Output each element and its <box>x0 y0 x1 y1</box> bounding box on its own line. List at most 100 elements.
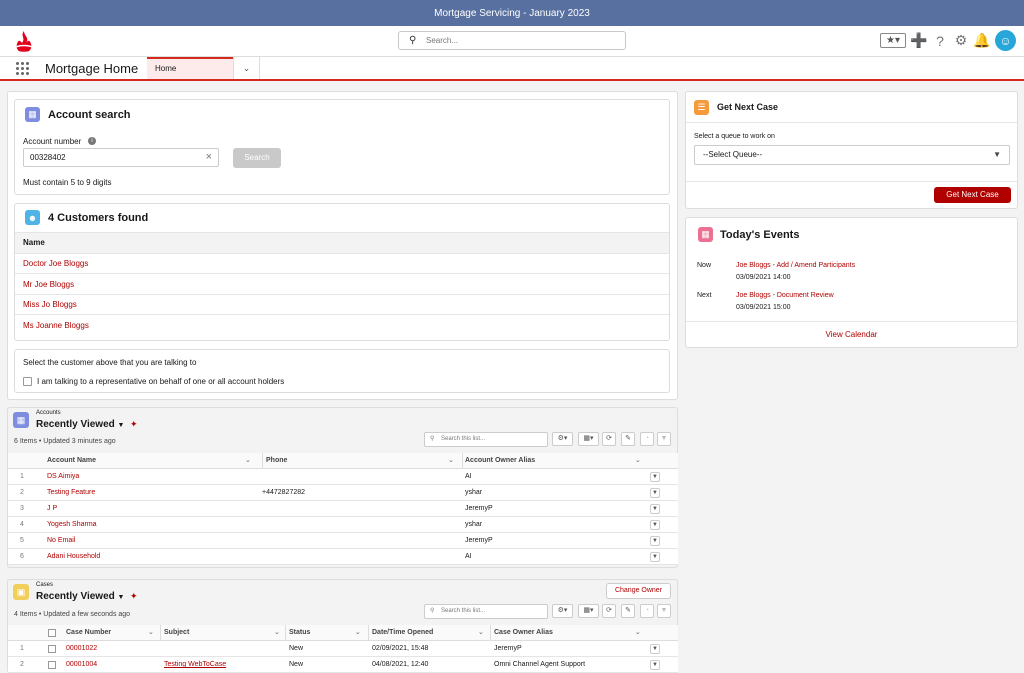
column-header-case-owner-alias[interactable]: Case Owner Alias <box>494 625 553 641</box>
account-owner-alias: JeremyP <box>465 537 493 544</box>
table-row: 2 00001004 Testing WebToCase New 04/08/2021,… <box>8 657 678 673</box>
case-number-link[interactable]: 00001022 <box>66 641 97 657</box>
chart-icon[interactable]: ◔ <box>640 604 654 618</box>
chevron-down-icon[interactable]: ⌄ <box>635 625 641 641</box>
refresh-icon[interactable]: ⟳ <box>602 432 616 446</box>
bank-flame-logo[interactable] <box>10 29 38 55</box>
representative-checkbox-label: I am talking to a representative on beha… <box>37 377 285 386</box>
account-name-link[interactable]: J P <box>47 501 57 517</box>
customer-link[interactable]: Ms Joanne Bloggs <box>23 321 89 330</box>
settings-menu-icon[interactable]: ⚙▾ <box>552 432 573 446</box>
case-date-opened: 04/08/2021, 12:40 <box>372 661 429 668</box>
edit-icon[interactable]: ✎ <box>621 432 635 446</box>
chevron-down-icon[interactable]: ⌄ <box>245 453 251 469</box>
row-actions-icon[interactable]: ▼ <box>650 504 660 514</box>
row-actions-icon[interactable]: ▼ <box>650 488 660 498</box>
pin-icon[interactable]: ✦ <box>130 591 138 602</box>
customer-link[interactable]: Doctor Joe Bloggs <box>23 259 88 268</box>
column-header-subject[interactable]: Subject <box>164 625 189 641</box>
row-actions-icon[interactable]: ▼ <box>650 660 660 670</box>
cases-meta: 4 Items • Updated a few seconds ago <box>14 611 131 618</box>
event-time: 03/09/2021 14:00 <box>736 274 791 281</box>
customer-link[interactable]: Miss Jo Bloggs <box>23 300 77 309</box>
column-header-phone[interactable]: Phone <box>262 453 287 469</box>
tab-home[interactable]: Home <box>147 57 233 79</box>
account-name-link[interactable]: Yogesh Sharma <box>47 517 97 533</box>
add-icon[interactable]: ➕ <box>910 32 927 49</box>
get-next-case-button[interactable]: Get Next Case <box>934 187 1011 203</box>
cases-search-placeholder: Search this list... <box>441 608 486 614</box>
app-launcher-icon[interactable] <box>16 62 29 75</box>
row-checkbox[interactable] <box>48 645 56 653</box>
bell-icon[interactable]: 🔔 <box>973 32 990 49</box>
help-icon[interactable]: ? <box>932 33 948 49</box>
select-all-checkbox[interactable] <box>48 629 56 637</box>
edit-icon[interactable]: ✎ <box>621 604 635 618</box>
account-name-link[interactable]: DS Aimiya <box>47 469 79 485</box>
list-item[interactable]: Mr Joe Bloggs <box>15 274 669 295</box>
case-number-link[interactable]: 00001004 <box>66 657 97 673</box>
cases-object-label: Cases <box>36 582 54 588</box>
cases-view-selector[interactable]: Recently Viewed ▼ <box>36 591 124 602</box>
row-actions-icon[interactable]: ▼ <box>650 644 660 654</box>
account-name-link[interactable]: No Email <box>47 533 75 549</box>
column-header-case-number[interactable]: Case Number <box>66 625 111 641</box>
favorites-icon[interactable]: ★▾ <box>880 33 906 48</box>
clear-icon[interactable]: × <box>206 149 212 166</box>
event-subject-link[interactable]: Joe Bloggs - Add / Amend Participants <box>736 262 855 269</box>
window-title-bar: Mortgage Servicing - January 2023 <box>0 0 1024 26</box>
view-calendar-link[interactable]: View Calendar <box>686 330 1017 339</box>
column-header-account-name[interactable]: Account Name <box>47 453 96 469</box>
chart-icon[interactable]: ◔ <box>640 432 654 446</box>
representative-checkbox[interactable] <box>23 377 32 386</box>
global-search-input[interactable]: ⚲ Search... <box>398 31 626 50</box>
column-header-status[interactable]: Status <box>289 625 310 641</box>
chevron-down-icon[interactable]: ⌄ <box>274 625 280 641</box>
row-actions-icon[interactable]: ▼ <box>650 536 660 546</box>
calendar-icon: ▦ <box>698 227 713 242</box>
chevron-down-icon[interactable]: ⌄ <box>148 625 154 641</box>
settings-menu-icon[interactable]: ⚙▾ <box>552 604 573 618</box>
row-actions-icon[interactable]: ▼ <box>650 520 660 530</box>
refresh-icon[interactable]: ⟳ <box>602 604 616 618</box>
customer-link[interactable]: Mr Joe Bloggs <box>23 280 74 289</box>
filter-icon[interactable]: ▼ <box>657 432 671 446</box>
row-actions-icon[interactable]: ▼ <box>650 552 660 562</box>
case-subject-link[interactable]: Testing WebToCase <box>164 657 226 673</box>
gear-icon[interactable]: ⚙ <box>953 32 969 49</box>
cases-search-input[interactable]: ⚲ Search this list... <box>424 604 548 619</box>
display-as-icon[interactable]: ▦▾ <box>578 432 599 446</box>
row-checkbox[interactable] <box>48 661 56 669</box>
chevron-down-icon[interactable]: ⌄ <box>635 453 641 469</box>
column-header-date-opened[interactable]: Date/Time Opened <box>372 625 433 641</box>
table-row: 1 DS Aimiya AI ▼ <box>8 469 678 485</box>
row-number: 5 <box>20 537 24 544</box>
pin-icon[interactable]: ✦ <box>130 419 138 430</box>
search-button[interactable]: Search <box>233 148 281 168</box>
filter-icon[interactable]: ▼ <box>657 604 671 618</box>
column-header-account-owner-alias[interactable]: Account Owner Alias <box>465 453 535 469</box>
queue-select[interactable]: --Select Queue-- ▼ <box>694 145 1010 165</box>
list-item[interactable]: Miss Jo Bloggs <box>15 295 669 315</box>
display-as-icon[interactable]: ▦▾ <box>578 604 599 618</box>
chevron-down-icon[interactable]: ⌄ <box>448 453 454 469</box>
accounts-view-selector[interactable]: Recently Viewed ▼ <box>36 419 124 430</box>
accounts-search-input[interactable]: ⚲ Search this list... <box>424 432 548 447</box>
window-title: Mortgage Servicing - January 2023 <box>434 8 590 19</box>
event-subject-link[interactable]: Joe Bloggs - Document Review <box>736 292 834 299</box>
chevron-down-icon: ▼ <box>117 422 125 429</box>
row-actions-icon[interactable]: ▼ <box>650 472 660 482</box>
account-name-link[interactable]: Adani Household <box>47 549 100 565</box>
list-item[interactable]: Ms Joanne Bloggs <box>15 315 669 336</box>
avatar[interactable]: ☺ <box>995 30 1016 51</box>
chevron-down-icon[interactable]: ⌄ <box>233 57 260 79</box>
list-item[interactable]: Doctor Joe Bloggs <box>15 254 669 274</box>
account-name-link[interactable]: Testing Feature <box>47 485 95 501</box>
change-owner-button[interactable]: Change Owner <box>606 583 671 599</box>
table-row: 6 Adani Household AI ▼ <box>8 549 678 565</box>
chevron-down-icon[interactable]: ⌄ <box>478 625 484 641</box>
chevron-down-icon[interactable]: ⌄ <box>355 625 361 641</box>
info-icon[interactable]: i <box>88 137 96 145</box>
accounts-meta: 6 Items • Updated 3 minutes ago <box>14 438 116 445</box>
account-number-input[interactable]: 00328402 × <box>23 148 219 167</box>
